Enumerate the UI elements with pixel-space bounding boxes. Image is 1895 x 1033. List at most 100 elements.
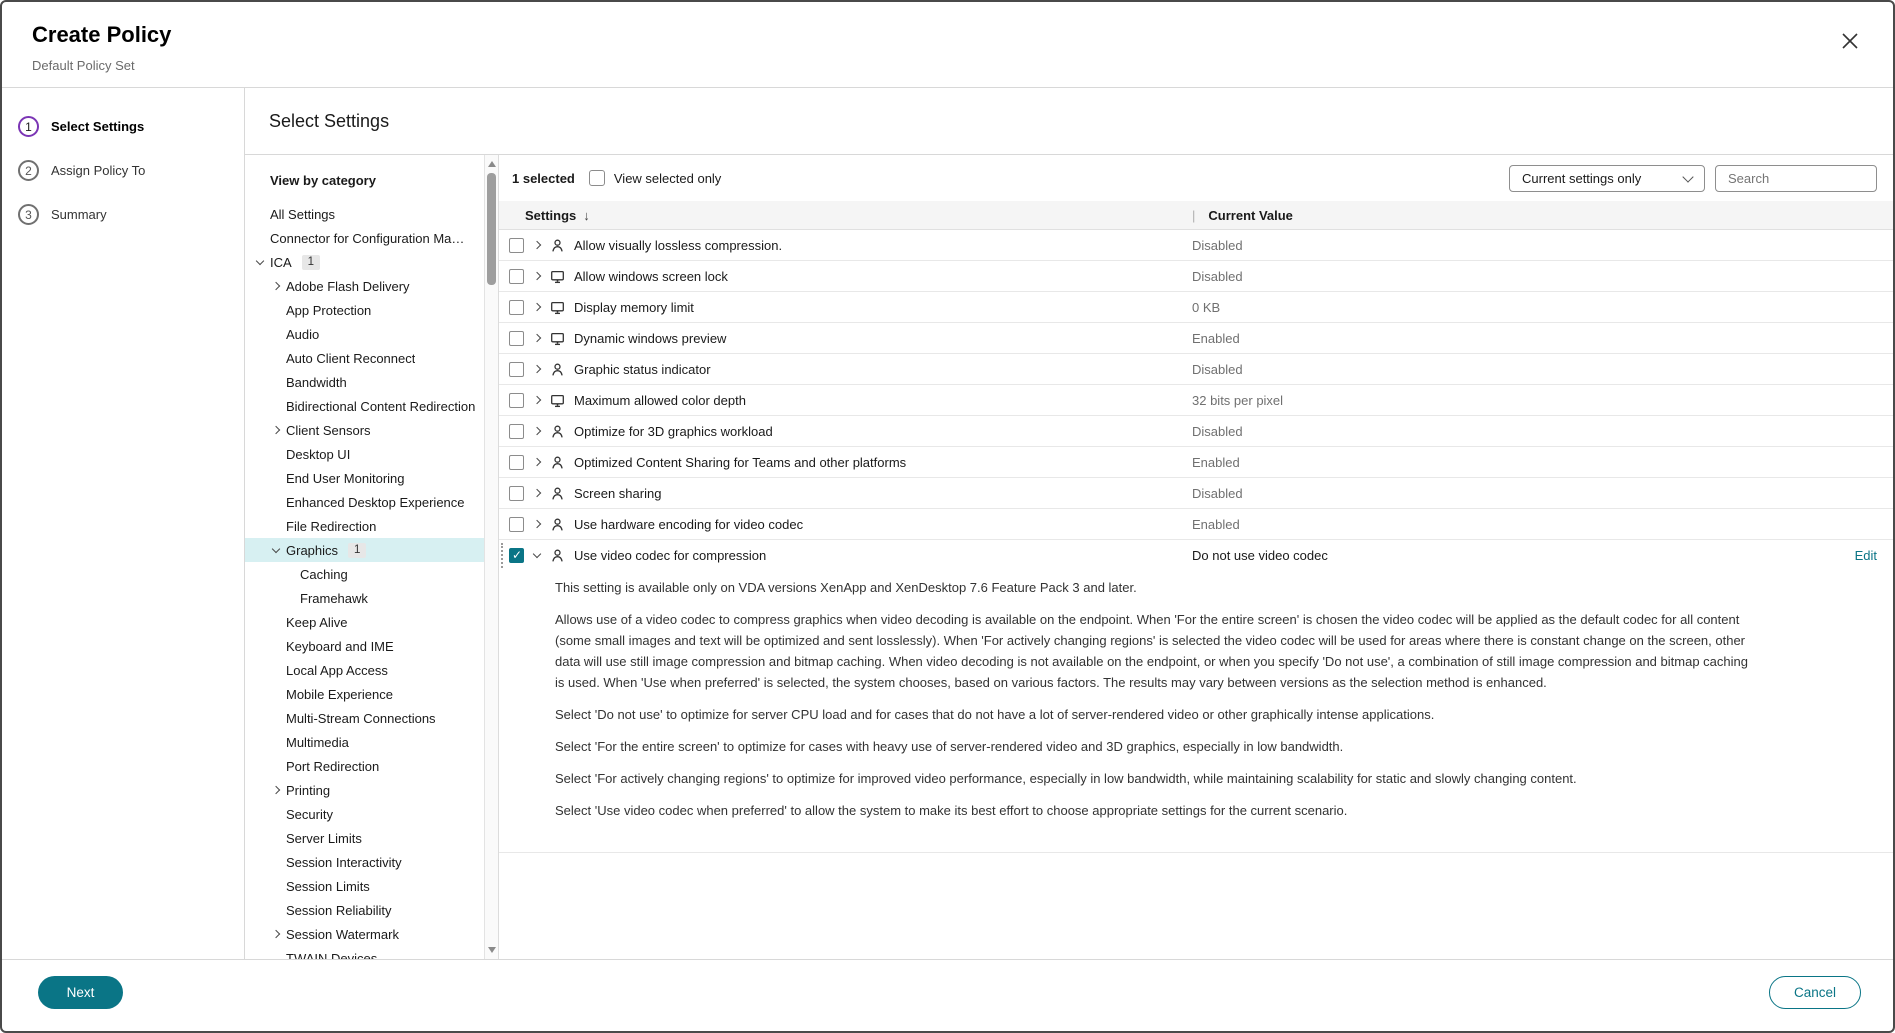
search-input[interactable]	[1715, 165, 1877, 192]
chevron-right-icon[interactable]	[533, 241, 541, 249]
category-session-watermark[interactable]: Session Watermark	[245, 922, 485, 946]
category-multimedia[interactable]: Multimedia	[245, 730, 485, 754]
category-printing[interactable]: Printing	[245, 778, 485, 802]
settings-filter-dropdown[interactable]: Current settings only	[1509, 165, 1705, 192]
category-ica[interactable]: ICA1	[245, 250, 485, 274]
chevron-right-icon[interactable]	[533, 458, 541, 466]
row-checkbox[interactable]	[509, 393, 524, 408]
category-multi-stream-connections[interactable]: Multi-Stream Connections	[245, 706, 485, 730]
step-assign-policy-to[interactable]: 2 Assign Policy To	[18, 160, 244, 181]
row-checkbox[interactable]	[509, 331, 524, 346]
category-bandwidth[interactable]: Bandwidth	[245, 370, 485, 394]
category-keep-alive[interactable]: Keep Alive	[245, 610, 485, 634]
category-bidirectional-content-redirection[interactable]: Bidirectional Content Redirection	[245, 394, 485, 418]
row-checkbox[interactable]	[509, 424, 524, 439]
category-enhanced-desktop-experience[interactable]: Enhanced Desktop Experience	[245, 490, 485, 514]
view-by-category-label: View by category	[245, 155, 498, 194]
category-caching[interactable]: Caching	[245, 562, 485, 586]
row-checkbox[interactable]	[509, 300, 524, 315]
setting-row-allow-windows-screen-lock[interactable]: Allow windows screen lock Disabled	[499, 261, 1893, 292]
user-setting-icon	[550, 548, 565, 563]
step-2-circle: 2	[18, 160, 39, 181]
setting-description: This setting is available only on VDA ve…	[499, 571, 1799, 852]
computer-setting-icon	[550, 269, 565, 284]
setting-row-display-memory-limit[interactable]: Display memory limit 0 KB	[499, 292, 1893, 323]
setting-row-optimize-3d-graphics-workload[interactable]: Optimize for 3D graphics workload Disabl…	[499, 416, 1893, 447]
category-adobe-flash-delivery[interactable]: Adobe Flash Delivery	[245, 274, 485, 298]
category-end-user-monitoring[interactable]: End User Monitoring	[245, 466, 485, 490]
row-checkbox[interactable]	[509, 362, 524, 377]
step-select-settings[interactable]: 1 Select Settings	[18, 116, 244, 137]
chevron-right-icon[interactable]	[533, 334, 541, 342]
category-twain-devices[interactable]: TWAIN Devices	[245, 946, 485, 959]
chevron-right-icon[interactable]	[533, 427, 541, 435]
chevron-right-icon[interactable]	[533, 272, 541, 280]
category-security[interactable]: Security	[245, 802, 485, 826]
setting-row-graphic-status-indicator[interactable]: Graphic status indicator Disabled	[499, 354, 1893, 385]
category-auto-client-reconnect[interactable]: Auto Client Reconnect	[245, 346, 485, 370]
chevron-right-icon[interactable]	[533, 303, 541, 311]
selected-count: 1 selected	[512, 171, 575, 186]
category-session-reliability[interactable]: Session Reliability	[245, 898, 485, 922]
scroll-down-icon[interactable]	[488, 947, 496, 953]
page-title: Create Policy	[32, 22, 171, 48]
close-icon[interactable]	[1841, 32, 1859, 50]
description-paragraph: Select 'Use video codec when preferred' …	[555, 800, 1759, 821]
setting-row-maximum-allowed-color-depth[interactable]: Maximum allowed color depth 32 bits per …	[499, 385, 1893, 416]
category-session-limits[interactable]: Session Limits	[245, 874, 485, 898]
category-audio[interactable]: Audio	[245, 322, 485, 346]
edit-link[interactable]: Edit	[1855, 548, 1877, 563]
row-checkbox[interactable]	[509, 269, 524, 284]
category-client-sensors[interactable]: Client Sensors	[245, 418, 485, 442]
category-framehawk[interactable]: Framehawk	[245, 586, 485, 610]
settings-pane: 1 selected View selected only Current se…	[499, 155, 1893, 959]
view-selected-only-checkbox[interactable]	[589, 170, 605, 186]
category-server-limits[interactable]: Server Limits	[245, 826, 485, 850]
chevron-right-icon[interactable]	[533, 520, 541, 528]
sidebar-scrollbar[interactable]	[484, 155, 498, 959]
content-header: Select Settings	[245, 88, 1893, 155]
category-port-redirection[interactable]: Port Redirection	[245, 754, 485, 778]
table-header-row: Settings ↓ | Current Value	[499, 201, 1893, 230]
chevron-down-icon	[1682, 171, 1693, 182]
row-checkbox-checked[interactable]	[509, 548, 524, 563]
category-keyboard-and-ime[interactable]: Keyboard and IME	[245, 634, 485, 658]
chevron-right-icon[interactable]	[533, 396, 541, 404]
category-connector-config-manager[interactable]: Connector for Configuration Manager 20..…	[245, 226, 485, 250]
cancel-button[interactable]: Cancel	[1769, 976, 1861, 1009]
step-summary[interactable]: 3 Summary	[18, 204, 244, 225]
chevron-right-icon	[272, 930, 280, 938]
setting-row-use-hardware-encoding[interactable]: Use hardware encoding for video codec En…	[499, 509, 1893, 540]
category-mobile-experience[interactable]: Mobile Experience	[245, 682, 485, 706]
chevron-down-icon[interactable]	[533, 550, 541, 558]
category-file-redirection[interactable]: File Redirection	[245, 514, 485, 538]
scroll-up-icon[interactable]	[488, 161, 496, 167]
row-checkbox[interactable]	[509, 238, 524, 253]
category-app-protection[interactable]: App Protection	[245, 298, 485, 322]
column-divider[interactable]: |	[1192, 208, 1195, 223]
settings-column-header[interactable]: Settings	[525, 208, 576, 223]
category-local-app-access[interactable]: Local App Access	[245, 658, 485, 682]
setting-row-allow-visually-lossless[interactable]: Allow visually lossless compression. Dis…	[499, 230, 1893, 261]
chevron-right-icon[interactable]	[533, 489, 541, 497]
chevron-right-icon[interactable]	[533, 365, 541, 373]
setting-row-optimized-content-sharing-teams[interactable]: Optimized Content Sharing for Teams and …	[499, 447, 1893, 478]
user-setting-icon	[550, 238, 565, 253]
sort-descending-icon[interactable]: ↓	[583, 208, 590, 223]
chevron-down-icon	[256, 257, 264, 265]
category-all-settings[interactable]: All Settings	[245, 202, 485, 226]
row-checkbox[interactable]	[509, 486, 524, 501]
computer-setting-icon	[550, 393, 565, 408]
create-policy-dialog: Create Policy Default Policy Set 1 Selec…	[0, 0, 1895, 1033]
setting-row-screen-sharing[interactable]: Screen sharing Disabled	[499, 478, 1893, 509]
category-graphics[interactable]: Graphics1	[245, 538, 485, 562]
setting-row-dynamic-windows-preview[interactable]: Dynamic windows preview Enabled	[499, 323, 1893, 354]
row-checkbox[interactable]	[509, 517, 524, 532]
row-checkbox[interactable]	[509, 455, 524, 470]
category-desktop-ui[interactable]: Desktop UI	[245, 442, 485, 466]
setting-row-use-video-codec[interactable]: Use video codec for compression Do not u…	[499, 540, 1893, 571]
next-button[interactable]: Next	[38, 976, 123, 1009]
wizard-stepper: 1 Select Settings 2 Assign Policy To 3 S…	[2, 88, 245, 959]
scrollbar-thumb[interactable]	[487, 173, 496, 285]
category-session-interactivity[interactable]: Session Interactivity	[245, 850, 485, 874]
